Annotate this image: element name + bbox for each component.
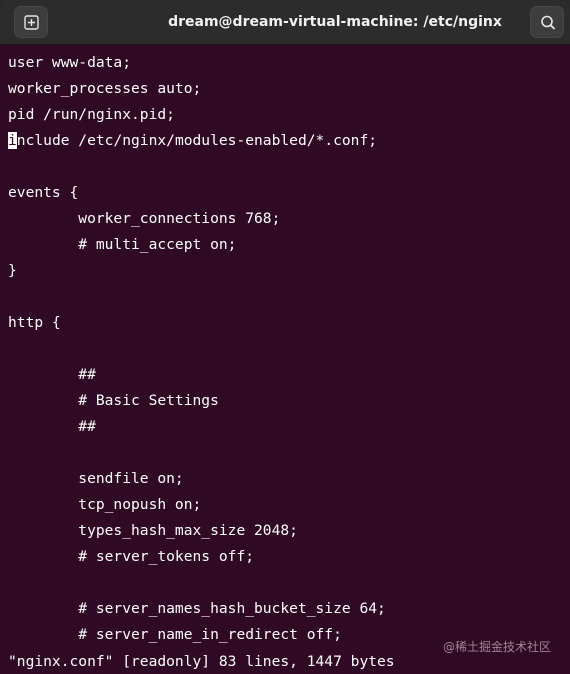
terminal-line: events { [8,184,79,201]
terminal-line: # multi_accept on; [8,236,237,253]
terminal-line: user www-data; [8,54,132,71]
text-cursor: i [8,132,17,149]
search-button[interactable] [530,6,564,38]
terminal-line: types_hash_max_size 2048; [8,522,298,539]
terminal-line: sendfile on; [8,470,184,487]
terminal-line: http { [8,314,61,331]
terminal-line: pid /run/nginx.pid; [8,106,175,123]
terminal-line: tcp_nopush on; [8,496,202,513]
new-tab-icon [24,15,39,30]
terminal-content[interactable]: user www-data; worker_processes auto; pi… [0,45,570,674]
terminal-line-with-cursor: include /etc/nginx/modules-enabled/*.con… [8,128,377,154]
search-icon [541,15,555,30]
terminal-line: # Basic Settings [8,392,219,409]
watermark: @稀土掘金技术社区 [443,640,552,654]
vim-status-line: "nginx.conf" [readonly] 83 lines, 1447 b… [8,653,395,670]
title-bar: dream@dream-virtual-machine: /etc/nginx [0,0,570,45]
terminal-line: } [8,262,17,279]
terminal-line: ## [8,418,96,435]
terminal-line: ## [8,366,96,383]
new-tab-button[interactable] [14,6,48,38]
terminal-window: dream@dream-virtual-machine: /etc/nginx … [0,0,570,674]
terminal-line: worker_connections 768; [8,210,281,227]
terminal-line: # server_names_hash_bucket_size 64; [8,600,386,617]
terminal-line-rest: nclude /etc/nginx/modules-enabled/*.conf… [16,132,378,149]
terminal-line: worker_processes auto; [8,80,202,97]
window-title: dream@dream-virtual-machine: /etc/nginx [168,14,502,30]
terminal-line: # server_tokens off; [8,548,255,565]
terminal-line: # server_name_in_redirect off; [8,626,342,643]
